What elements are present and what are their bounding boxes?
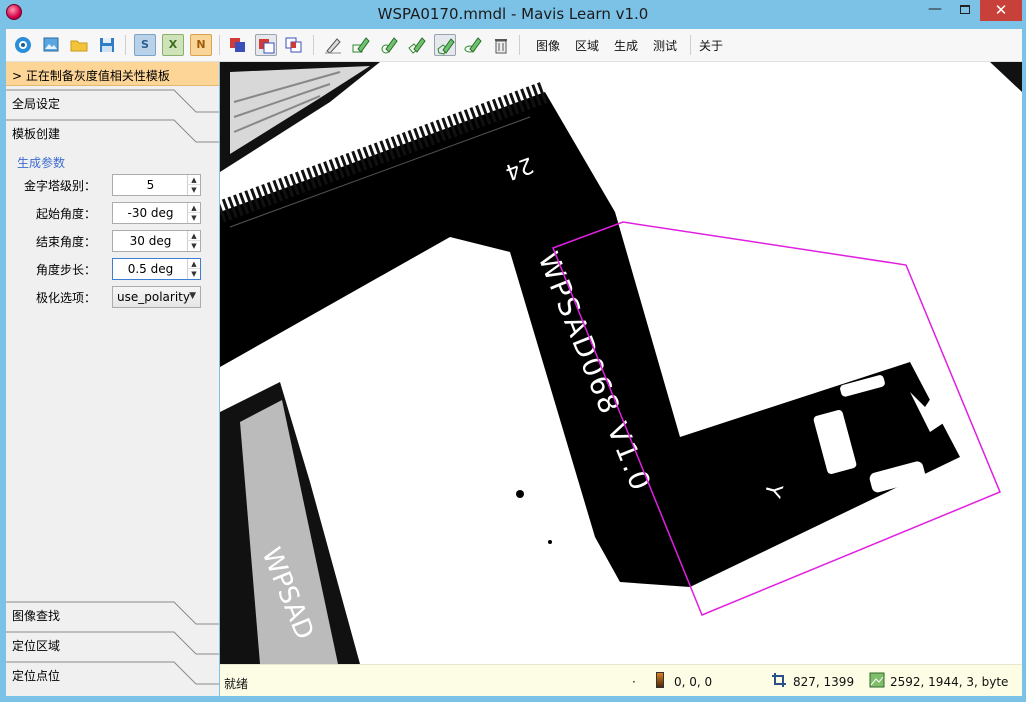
region-union-icon[interactable] bbox=[227, 34, 249, 56]
param-row-polarity: 极化选项： use_polarity ▼ bbox=[6, 286, 219, 308]
section-image-search[interactable]: 图像查找 bbox=[6, 600, 219, 628]
region-difference-icon[interactable] bbox=[255, 34, 277, 56]
image-info-icon bbox=[869, 672, 885, 688]
param-row-start-angle: 起始角度： ▲ ▼ bbox=[6, 202, 219, 224]
pixel-value-icon bbox=[656, 672, 664, 688]
corner-shape bbox=[990, 62, 1022, 92]
spin-up-icon[interactable]: ▲ bbox=[187, 175, 200, 185]
active-section-label: > 正在制备灰度值相关性模板 bbox=[12, 69, 170, 83]
cursor-position: 827, 1399 bbox=[793, 675, 855, 689]
end-angle-spinbox[interactable]: ▲ ▼ bbox=[112, 230, 201, 252]
param-row-end-angle: 结束角度： ▲ ▼ bbox=[6, 230, 219, 252]
group-title: 生成参数 bbox=[17, 156, 66, 170]
section-label: 图像查找 bbox=[12, 609, 61, 623]
polarity-dropdown[interactable]: use_polarity ▼ bbox=[112, 286, 201, 308]
section-locate-region[interactable]: 定位区域 bbox=[6, 630, 219, 658]
draw-line-icon[interactable] bbox=[322, 34, 344, 56]
section-locate-point[interactable]: 定位点位 bbox=[6, 660, 219, 688]
open-folder-icon[interactable] bbox=[68, 34, 90, 56]
start-angle-input[interactable] bbox=[113, 203, 188, 223]
draw-rectangle-icon[interactable] bbox=[350, 34, 372, 56]
spin-down-icon[interactable]: ▼ bbox=[187, 269, 200, 279]
spin-down-icon[interactable]: ▼ bbox=[187, 241, 200, 251]
pyramid-level-input[interactable] bbox=[113, 175, 188, 195]
section-label: 定位点位 bbox=[12, 669, 61, 683]
maximize-icon bbox=[960, 5, 970, 14]
start-angle-spinbox[interactable]: ▲ ▼ bbox=[112, 202, 201, 224]
section-label: 全局设定 bbox=[12, 97, 61, 111]
s-mode-button[interactable]: S bbox=[134, 34, 156, 56]
param-label: 结束角度： bbox=[35, 235, 96, 249]
image-view: 24 WPSAD068 V1.0 Y WPSAD bbox=[220, 62, 1022, 664]
close-button[interactable]: ✕ bbox=[980, 0, 1022, 21]
x-mode-button[interactable]: X bbox=[162, 34, 184, 56]
minimize-button[interactable]: — bbox=[920, 0, 950, 21]
chevron-down-icon: ▼ bbox=[189, 291, 196, 301]
status-text: 就绪 bbox=[224, 677, 249, 691]
menu-generate[interactable]: 生成 bbox=[614, 37, 638, 54]
section-label: 模板创建 bbox=[12, 127, 61, 141]
spin-down-icon[interactable]: ▼ bbox=[187, 185, 200, 195]
status-separator: · bbox=[632, 675, 636, 689]
debris-mark bbox=[548, 540, 552, 544]
top-strip-highlight bbox=[230, 66, 370, 154]
debris-mark bbox=[516, 490, 524, 498]
active-section-header[interactable]: > 正在制备灰度值相关性模板 bbox=[6, 62, 219, 86]
draw-polygon-icon[interactable] bbox=[434, 34, 456, 56]
open-image-icon[interactable] bbox=[40, 34, 62, 56]
cursor-position-icon bbox=[772, 673, 786, 687]
param-label: 起始角度： bbox=[35, 207, 96, 221]
angle-step-input[interactable] bbox=[113, 259, 188, 279]
menu-test[interactable]: 测试 bbox=[653, 37, 677, 54]
image-canvas[interactable]: 24 WPSAD068 V1.0 Y WPSAD bbox=[220, 62, 1022, 664]
spin-up-icon[interactable]: ▲ bbox=[187, 231, 200, 241]
pyramid-level-spinbox[interactable]: ▲ ▼ bbox=[112, 174, 201, 196]
menu-image[interactable]: 图像 bbox=[536, 37, 560, 54]
n-mode-button[interactable]: N bbox=[190, 34, 212, 56]
app-window: WSPA0170.mmdl - Mavis Learn v1.0 — ✕ S X… bbox=[0, 0, 1026, 702]
param-label: 金字塔级别： bbox=[23, 179, 96, 193]
param-row-pyramid: 金字塔级别： ▲ ▼ bbox=[6, 174, 219, 196]
window-title: WSPA0170.mmdl - Mavis Learn v1.0 bbox=[377, 5, 649, 23]
end-angle-input[interactable] bbox=[113, 231, 188, 251]
camera-icon[interactable] bbox=[12, 34, 34, 56]
param-label: 极化选项： bbox=[35, 291, 96, 305]
section-global-settings[interactable]: 全局设定 bbox=[6, 88, 219, 116]
maximize-button[interactable] bbox=[950, 0, 980, 21]
section-template-creation[interactable]: 模板创建 bbox=[6, 118, 219, 146]
region-intersection-icon[interactable] bbox=[283, 34, 305, 56]
title-bar: WSPA0170.mmdl - Mavis Learn v1.0 — ✕ bbox=[0, 0, 1026, 28]
spin-down-icon[interactable]: ▼ bbox=[187, 213, 200, 223]
image-info: 2592, 1944, 3, byte bbox=[890, 675, 1009, 689]
draw-rotated-rect-icon[interactable] bbox=[406, 34, 428, 56]
pixel-value: 0, 0, 0 bbox=[674, 675, 713, 689]
menu-region[interactable]: 区域 bbox=[575, 37, 599, 54]
param-label: 角度步长： bbox=[35, 263, 96, 277]
clear-regions-icon[interactable] bbox=[490, 34, 512, 56]
angle-step-spinbox[interactable]: ▲ ▼ bbox=[112, 258, 201, 280]
menu-about[interactable]: 关于 bbox=[699, 37, 723, 54]
param-row-angle-step: 角度步长： ▲ ▼ bbox=[6, 258, 219, 280]
toolbar: S X N 图像 区域 生成 测试 关于 bbox=[6, 29, 1022, 62]
draw-ellipse-icon[interactable] bbox=[462, 34, 484, 56]
spin-up-icon[interactable]: ▲ bbox=[187, 259, 200, 269]
draw-circle-icon[interactable] bbox=[378, 34, 400, 56]
save-icon[interactable] bbox=[96, 34, 118, 56]
spin-up-icon[interactable]: ▲ bbox=[187, 203, 200, 213]
section-label: 定位区域 bbox=[12, 639, 61, 653]
polarity-value: use_polarity bbox=[117, 290, 190, 304]
status-bar: 就绪 · 0, 0, 0 827, 1399 2592, 1944, 3, by… bbox=[220, 664, 1022, 696]
sidebar: > 正在制备灰度值相关性模板 全局设定 模板创建 生成参数 金字塔级别： ▲ ▼… bbox=[6, 62, 219, 696]
